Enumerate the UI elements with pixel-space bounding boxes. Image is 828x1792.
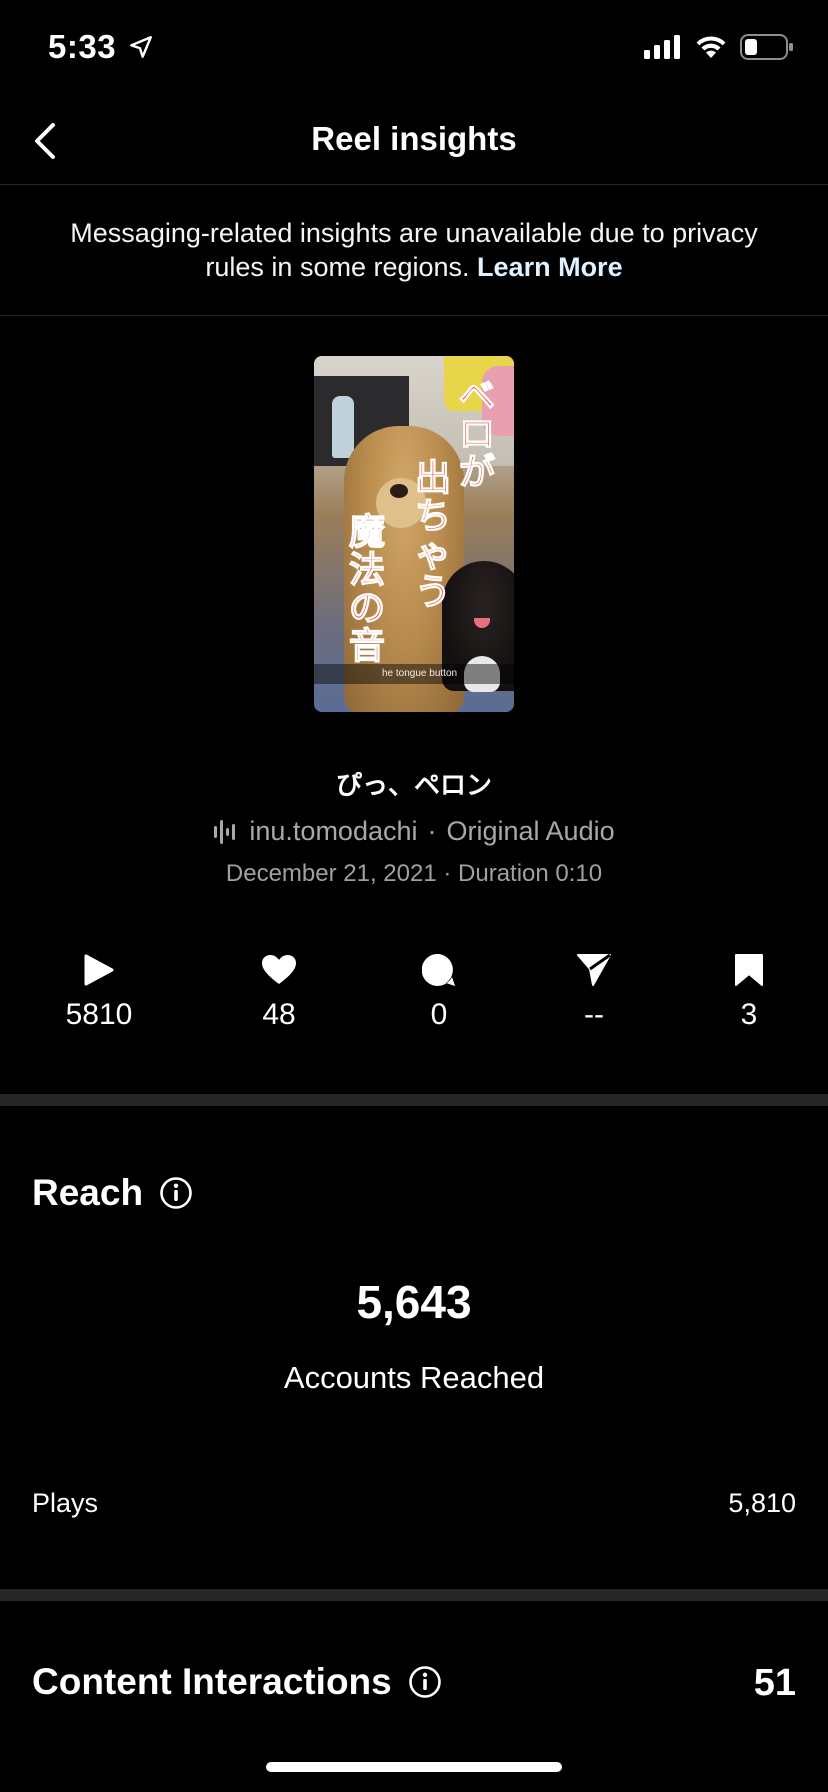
thumbnail-caption-2: 出ちゃう [414, 458, 451, 613]
shares-count: -- [584, 998, 604, 1031]
stats-row: 5810 48 0 -- 3 [0, 950, 828, 1040]
info-icon[interactable] [408, 1665, 442, 1699]
section-divider [0, 1589, 828, 1601]
stat-comments-icon-wrap [379, 950, 499, 990]
status-indicators [644, 34, 794, 60]
privacy-notice-text: Messaging-related insights are unavailab… [70, 218, 758, 282]
learn-more-link[interactable]: Learn More [477, 252, 623, 282]
thumbnail-caption-3: 魔法の音 [348, 512, 385, 667]
saves-count: 3 [740, 998, 758, 1031]
home-indicator[interactable] [266, 1762, 562, 1772]
stat-shares-icon-wrap [534, 950, 654, 990]
stat-likes-icon-wrap [219, 950, 339, 990]
location-arrow-icon [130, 36, 152, 58]
bookmark-icon [735, 954, 763, 986]
reel-title: ぴっ、ペロン [335, 771, 492, 801]
section-divider [0, 1094, 828, 1106]
page-title: Reel insights [311, 120, 517, 157]
stat-shares: -- [534, 950, 654, 1032]
reel-thumbnail[interactable]: ベロが 出ちゃう 魔法の音 he tongue button [314, 356, 514, 712]
navigation-bar: Reel insights [0, 100, 828, 185]
stat-saves: 3 [689, 950, 809, 1032]
accounts-reached-label: Accounts Reached [283, 1360, 545, 1395]
reel-insights-screen: 5:33 Reel insights Messaging-related ins… [0, 0, 828, 1792]
wifi-icon [696, 36, 726, 58]
stat-saves-icon-wrap [689, 950, 809, 990]
accounts-reached-value: 5,643 [356, 1276, 472, 1328]
battery-icon [740, 34, 793, 60]
privacy-notice-text-wrap: Messaging-related insights are unavailab… [0, 185, 828, 284]
status-time: 5:33 [48, 28, 117, 65]
thumbnail-bottle [332, 396, 354, 458]
stat-comments: 0 [379, 950, 499, 1032]
audio-waveform-icon [214, 819, 236, 844]
content-interactions-heading: Content Interactions [32, 1661, 442, 1703]
stat-plays-icon-wrap [39, 950, 159, 990]
thumbnail-caption-1: ベロが [458, 376, 495, 493]
comment-icon [422, 953, 455, 986]
reach-heading: Reach [32, 1172, 193, 1214]
audio-line[interactable]: inu.tomodachi · Original Audio [0, 816, 828, 847]
content-interactions-title: Content Interactions [32, 1661, 392, 1702]
share-paper-plane-icon [577, 953, 611, 986]
date-duration: December 21, 2021 · Duration 0:10 [225, 860, 603, 887]
thumbnail-subtitle: he tongue button [314, 664, 514, 684]
plays-label: Plays [32, 1488, 99, 1518]
audio-author: inu.tomodachi [249, 816, 418, 846]
heart-icon [262, 955, 296, 984]
plays-value: 5,810 [728, 1488, 796, 1518]
reach-title: Reach [32, 1172, 144, 1213]
status-bar: 5:33 [0, 0, 828, 100]
comments-count: 0 [430, 998, 448, 1031]
golden-retriever-nose [390, 484, 408, 498]
play-icon [84, 954, 114, 986]
audio-separator: · [427, 816, 437, 846]
cellular-signal-icon [644, 35, 680, 59]
info-icon[interactable] [159, 1176, 193, 1210]
privacy-notice: Messaging-related insights are unavailab… [0, 185, 828, 316]
likes-count: 48 [262, 998, 296, 1031]
audio-label: Original Audio [446, 816, 615, 846]
plays-count: 5810 [65, 998, 133, 1031]
stat-likes: 48 [219, 950, 339, 1032]
stat-plays: 5810 [39, 950, 159, 1032]
content-interactions-value: 51 [753, 1662, 796, 1704]
